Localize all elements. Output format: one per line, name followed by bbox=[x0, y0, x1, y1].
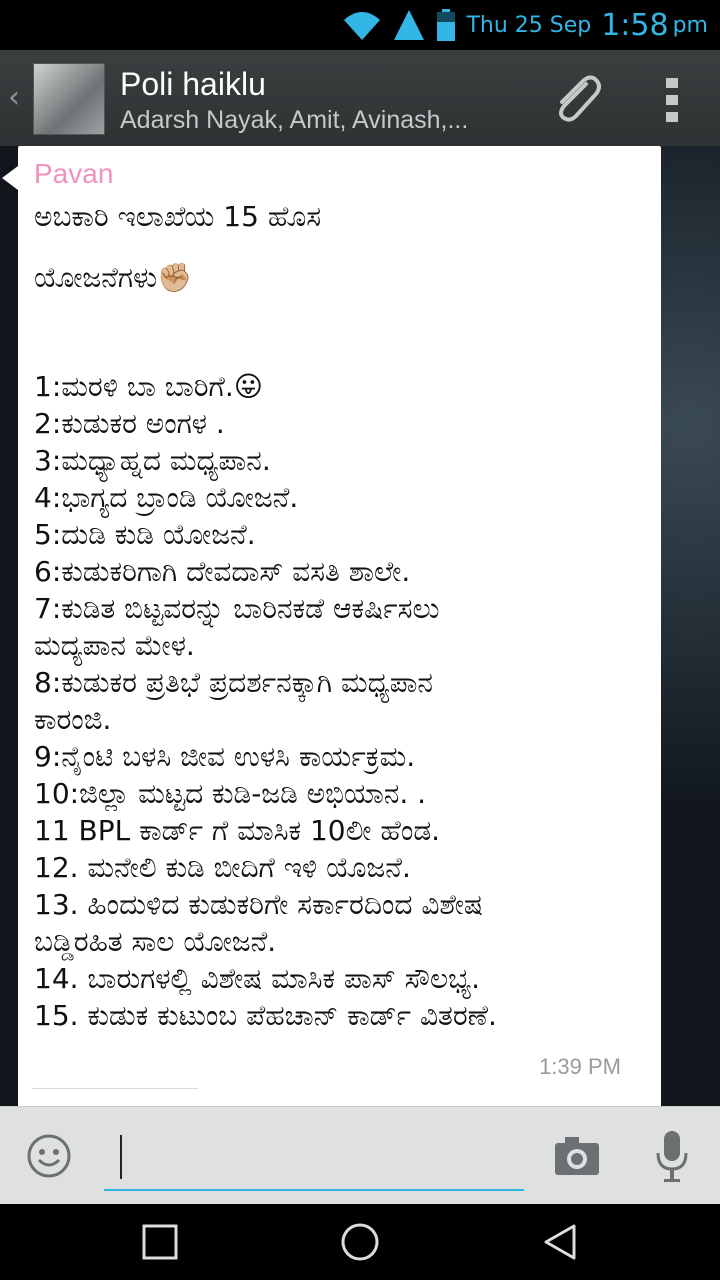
message-line: 5:ದುಡಿ ಕುಡಿ ಯೋಜನೆ. bbox=[34, 518, 256, 551]
message-line: 3:ಮಧ್ಯಾಹ್ನದ ಮಧ್ಯಪಾನ. bbox=[34, 444, 271, 477]
message-text: ಅಬಕಾರಿ ಇಲಾಖೆಯ 15 ಹೊಸ ಯೋಜನೆಗಳು✊🏼 1:ಮರಳಿ ಬ… bbox=[34, 198, 644, 1034]
back-nav-icon[interactable] bbox=[540, 1222, 580, 1262]
chat-title[interactable]: Poli haiklu bbox=[120, 66, 266, 103]
status-ampm: pm bbox=[672, 12, 708, 38]
message-line: 13. ಹಿಂದುಳಿದ ಕುಡುಕರಿಗೇ ಸರ್ಕಾರದಿಂದ ವಿಶೇಷ bbox=[34, 888, 483, 921]
compose-bar bbox=[0, 1106, 720, 1205]
message-input[interactable] bbox=[104, 1129, 524, 1191]
message-line: ಕಾರಂಜಿ. bbox=[34, 703, 112, 736]
battery-icon bbox=[437, 9, 456, 41]
group-avatar[interactable] bbox=[33, 63, 105, 135]
message-line: 9:ನೈಂಟಿ ಬಳಸಿ ಜೀವ ಉಳಸಿ ಕಾರ್ಯಕ್ರಮ. bbox=[34, 740, 416, 773]
message-line: 11 BPL ಕಾರ್ಡ್ ಗೆ ಮಾಸಿಕ 10ಲೀ ಹೆಂಡ. bbox=[34, 814, 441, 847]
message-line: ಅಬಕಾರಿ ಇಲಾಖೆಯ 15 ಹೊಸ bbox=[34, 200, 322, 233]
message-line: 12. ಮನೇಲಿ ಕುಡಿ ಬೀದಿಗೆ ಇಳಿ ಯೊಜನೆ. bbox=[34, 851, 411, 884]
microphone-icon[interactable] bbox=[654, 1129, 690, 1185]
navigation-bar bbox=[0, 1204, 720, 1280]
message-line: 15. ಕುಡುಕ ಕುಟುಂಬ ಪೆಹಚಾನ್ ಕಾರ್ಡ್ ವಿತರಣೆ. bbox=[34, 999, 497, 1032]
message-line: 10:ಜಿಲ್ಲಾ ಮಟ್ಟದ ಕುಡಿ-ಜಡಿ ಅಭಿಯಾನ. . bbox=[34, 777, 427, 810]
message-line: 4:ಭಾಗ್ಯದ ಬ್ರಾಂಡಿ ಯೋಜನೆ. bbox=[34, 481, 299, 514]
chat-participants[interactable]: Adarsh Nayak, Amit, Avinash,... bbox=[120, 106, 520, 135]
overflow-menu-icon[interactable] bbox=[660, 76, 684, 124]
wifi-icon bbox=[344, 12, 381, 40]
status-time: 1:58 bbox=[601, 7, 669, 43]
message-bubble[interactable]: Pavan ಅಬಕಾರಿ ಇಲಾಖೆಯ 15 ಹೊಸ ಯೋಜನೆಗಳು✊🏼 1:… bbox=[18, 146, 661, 1108]
signal-icon bbox=[394, 10, 425, 40]
camera-icon[interactable] bbox=[553, 1135, 601, 1177]
bubble-divider bbox=[32, 1088, 198, 1089]
message-line: ಬಡ್ಡಿರಹಿತ ಸಾಲ ಯೋಜನೆ. bbox=[34, 925, 277, 958]
bubble-tail bbox=[2, 166, 18, 190]
text-cursor bbox=[120, 1135, 122, 1179]
emoji-icon[interactable] bbox=[26, 1133, 72, 1179]
back-icon[interactable]: ‹ bbox=[8, 80, 20, 115]
home-icon[interactable] bbox=[340, 1222, 380, 1262]
message-line: 2:ಕುಡುಕರ ಅಂಗಳ . bbox=[34, 407, 225, 440]
status-right: Thu 25 Sep 1:58 pm bbox=[342, 0, 708, 50]
message-line: 14. ಬಾರುಗಳಲ್ಲಿ ವಿಶೇಷ ಮಾಸಿಕ ಪಾಸ್ ಸೌಲಭ್ಯ. bbox=[34, 962, 480, 995]
message-line: 7:ಕುಡಿತ ಬಿಟ್ಟವರನ್ನು ಬಾರಿನಕಡೆ ಆಕರ್ಷಿಸಲು bbox=[34, 592, 440, 625]
message-timestamp: 1:39 PM bbox=[539, 1054, 621, 1079]
message-line: ಯೋಜನೆಗಳು✊🏼 bbox=[34, 261, 193, 294]
status-date: Thu 25 Sep bbox=[466, 12, 592, 38]
message-sender: Pavan bbox=[34, 158, 114, 189]
paperclip-icon[interactable] bbox=[546, 70, 606, 130]
status-bar: Thu 25 Sep 1:58 pm bbox=[0, 0, 720, 50]
recent-apps-icon[interactable] bbox=[140, 1222, 180, 1262]
message-line: 8:ಕುಡುಕರ ಪ್ರತಿಭೆ ಪ್ರದರ್ಶನಕ್ಕಾಗಿ ಮಧ್ಯಪಾನ bbox=[34, 666, 433, 699]
message-line: 1:ಮರಳಿ ಬಾ ಬಾರಿಗೆ.😛 bbox=[34, 370, 263, 403]
message-line: 6:ಕುಡುಕರಿಗಾಗಿ ದೇವದಾಸ್ ವಸತಿ ಶಾಲೇ. bbox=[34, 555, 411, 588]
message-line: ಮದ್ಯಪಾನ ಮೇಳ. bbox=[34, 629, 195, 662]
action-bar: ‹ Poli haiklu Adarsh Nayak, Amit, Avinas… bbox=[0, 50, 720, 147]
